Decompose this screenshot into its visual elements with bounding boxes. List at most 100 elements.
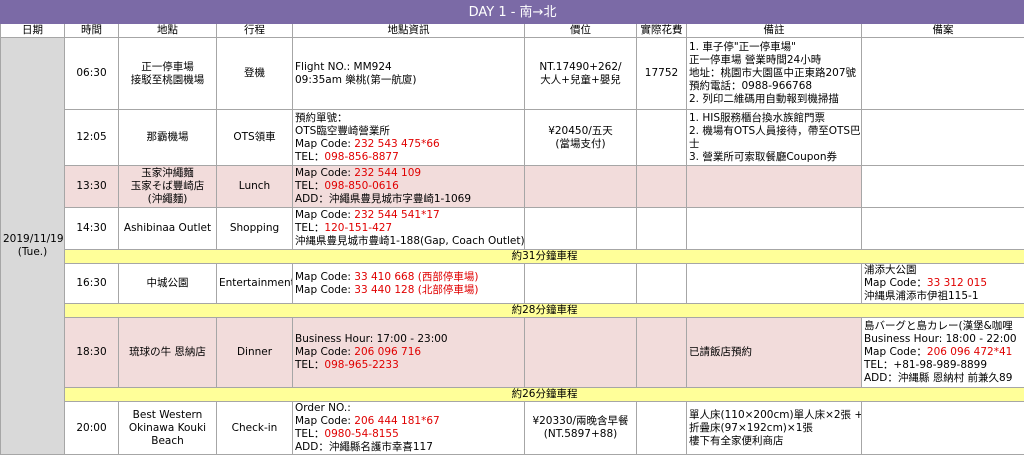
schedule-row: 16:30 中城公園 Entertainment Map Code: 33 410 6… xyxy=(1,263,1024,304)
info-line: ADD：沖繩県豊見城市字豊崎1-1069 xyxy=(295,193,522,206)
info-line: Map Code: 232 544 109 xyxy=(295,167,522,180)
place-line: Beach xyxy=(151,434,184,447)
info-line: TEL：120-151-427 xyxy=(295,222,522,235)
price-cell: ¥20330/兩晚含早餐 (NT.5897+88) xyxy=(524,401,637,455)
drive-time-row: 約26分鐘車程 xyxy=(1,387,1024,402)
info-label: Map Code: xyxy=(295,167,355,179)
date-cell: 2019/11/19 (Tue.) xyxy=(0,37,65,455)
spent-cell xyxy=(636,165,687,208)
backup-cell xyxy=(860,401,1024,455)
info-line: Map Code: 206 444 181*67 xyxy=(295,415,522,428)
header-spent: 實際花費 xyxy=(636,23,687,38)
price-line: ¥20330/兩晚含早餐 xyxy=(532,415,629,427)
info-cell: 預約單號： OTS臨空豐崎營業所 Map Code: 232 543 475*66 T… xyxy=(292,109,525,166)
place-cell: 正一停車場 接駁至桃園機場 xyxy=(118,37,217,110)
place-line: 玉家沖繩麵 xyxy=(141,167,194,179)
info-label: 沖縄県浦添市伊祖115-1 xyxy=(864,290,979,302)
info-label: Map Code： xyxy=(864,346,927,358)
note-cell xyxy=(686,263,862,304)
info-label: TEL： xyxy=(295,359,325,371)
price-cell xyxy=(524,165,637,208)
info-value-red: 33 312 015 xyxy=(926,277,988,289)
info-line: TEL：098-856-8877 xyxy=(295,151,522,164)
backup-cell xyxy=(860,109,1024,166)
place-cell: Best Western Okinawa Kouki Beach xyxy=(118,401,217,455)
info-line: Order NO.: xyxy=(295,403,522,416)
info-value-red: 098-850-0616 xyxy=(324,180,399,192)
info-line: OTS臨空豐崎營業所 xyxy=(295,125,522,138)
time-cell: 13:30 xyxy=(64,165,119,208)
info-label: Map Code: xyxy=(295,283,355,296)
info-line: TEL：098-850-0616 xyxy=(295,180,522,193)
backup-cell: 島バーグと島カレー(漢堡&咖哩 Business Hour: 18:00 - 22… xyxy=(860,317,1024,388)
backup-line: 沖縄県浦添市伊祖115-1 xyxy=(864,290,1022,303)
schedule-row: 18:30 琉球の牛 恩納店 Dinner Business Hour: 17:00 … xyxy=(1,317,1024,388)
time-cell: 14:30 xyxy=(64,207,119,250)
place-line: 那霸機場 xyxy=(146,131,189,143)
note-line: 1. HIS服務櫃台換水族館門票 xyxy=(689,111,826,124)
place-line: (沖繩麵) xyxy=(147,193,188,205)
info-value-red: 206 096 716 xyxy=(354,346,422,358)
note-cell: 單人床(110×200cm)單人床×2張 + 折疊床(97×192cm)×1張 樓下… xyxy=(686,401,862,455)
note-cell: 已請飯店預約 xyxy=(686,317,862,388)
info-label: Business Hour: 18:00 - 22:00 xyxy=(864,333,1017,345)
activity-cell: OTS領車 xyxy=(216,109,293,166)
backup-line: Map Code：33 312 015 xyxy=(864,277,1022,290)
drive-time-row: 約31分鐘車程 xyxy=(1,249,1024,264)
spent-cell: 17752 xyxy=(636,37,687,110)
info-cell: Map Code: 33 410 668 (西部停車場) Map Code: 33… xyxy=(292,263,525,304)
header-note: 備註 xyxy=(686,23,862,38)
info-value-red: 098-965-2233 xyxy=(324,359,399,371)
info-value-red: 232 544 541*17 xyxy=(354,209,440,221)
header-place: 地點 xyxy=(118,23,217,38)
drive-time: 約28分鐘車程 xyxy=(63,303,1024,318)
day-title: DAY 1 - 南→北 xyxy=(0,0,1024,24)
price-cell xyxy=(524,207,637,250)
info-value-red: 232 543 475*66 xyxy=(354,137,440,150)
info-value-red: 206 444 181*67 xyxy=(354,415,440,427)
spent-cell xyxy=(636,317,687,388)
header-activity: 行程 xyxy=(216,23,293,38)
info-label: Flight NO.: MM924 xyxy=(295,60,392,73)
backup-cell xyxy=(860,37,1024,110)
info-line: 09:35am 樂桃(第一航廈) xyxy=(295,74,522,87)
activity-cell: Dinner xyxy=(216,317,293,388)
info-line: Map Code: 232 544 541*17 xyxy=(295,209,522,222)
note-cell: 1. 車子停"正一停車場" 正一停車場 營業時間24小時 地址：桃園市大園區中正東路… xyxy=(686,37,862,110)
activity-cell: Shopping xyxy=(216,207,293,250)
note-line: 地址：桃園市大園區中正東路207號 xyxy=(689,67,857,79)
note-line: 樓下有全家便利商店 xyxy=(689,434,784,447)
info-label: TEL：+81-98-989-8899 xyxy=(864,359,988,371)
info-label: ADD：沖繩県豊見城市字豊崎1-1069 xyxy=(295,193,472,205)
time-cell: 16:30 xyxy=(64,263,119,304)
info-label: Map Code: xyxy=(295,209,355,221)
price-cell: ¥20450/五天 (當場支付) xyxy=(524,109,637,166)
itinerary-table: DAY 1 - 南→北 日期 時間 地點 行程 地點資訊 價位 實際花費 備註 … xyxy=(0,0,1024,455)
info-line: Business Hour: 17:00 - 23:00 xyxy=(295,333,522,346)
note-cell xyxy=(686,165,862,208)
info-label: 沖縄県豊見城市豊崎1-188(Gap, Coach Outlet) xyxy=(295,235,525,247)
header-backup: 備案 xyxy=(860,23,1024,38)
info-line: Map Code: 33 410 668 (西部停車場) xyxy=(295,271,522,284)
note-cell xyxy=(686,207,862,250)
info-label: 預約單號： xyxy=(295,111,348,124)
place-line: 琉球の牛 恩納店 xyxy=(129,346,206,358)
price-cell xyxy=(524,263,637,304)
place-line: 中城公園 xyxy=(146,277,189,289)
backup-cell xyxy=(860,207,1024,250)
activity-cell: Entertainment xyxy=(216,263,293,304)
info-cell: Map Code: 232 544 541*17 TEL：120-151-427 沖… xyxy=(292,207,525,250)
info-label: ADD：沖繩縣名護市幸喜117 xyxy=(295,441,433,453)
info-value-red: 120-151-427 xyxy=(324,222,393,234)
info-value-red: 33 440 128 (北部停車場) xyxy=(354,283,479,296)
info-value-red: 206 096 472*41 xyxy=(926,346,1013,358)
place-cell: Ashibinaa Outlet xyxy=(118,207,217,250)
info-label: TEL： xyxy=(295,150,325,163)
date-line: (Tue.) xyxy=(17,246,48,258)
place-line: 接駁至桃園機場 xyxy=(130,73,205,86)
backup-line: 浦添大公園 xyxy=(864,265,1022,278)
info-value-red: 232 544 109 xyxy=(354,167,422,179)
schedule-row: 14:30 Ashibinaa Outlet Shopping Map Code: 2… xyxy=(1,207,1024,250)
info-cell: Flight NO.: MM924 09:35am 樂桃(第一航廈) xyxy=(292,37,525,110)
note-line: 已請飯店預約 xyxy=(689,346,752,358)
